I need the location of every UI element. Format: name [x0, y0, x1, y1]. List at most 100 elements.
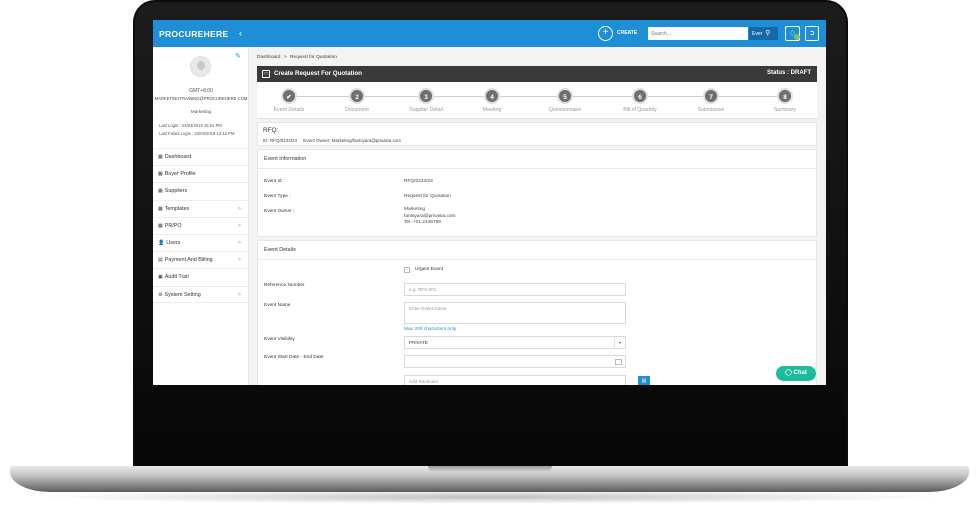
user-icon: 👤	[158, 239, 165, 246]
profile-icon: ▦	[158, 171, 163, 178]
chevron-right-icon: >	[237, 205, 241, 212]
sidebar-item-label: Audit Trail	[164, 274, 189, 281]
edit-profile-icon[interactable]: ✎	[235, 52, 241, 60]
rfq-meta: ID: RFQ/0223/23 Event Owner: Marketing/f…	[263, 138, 401, 143]
sidebar-item-label: System Setting	[164, 291, 201, 298]
step-label: Event Details	[273, 107, 305, 113]
last-failed-login: Last Failed Login : 22/03/2018 12:12 PM	[159, 131, 235, 136]
reference-number-input[interactable]: e.g. RFX-001	[404, 283, 626, 296]
step-supplier-detail[interactable]: 3 Supplier Detail	[391, 88, 461, 113]
event-id-value: RFQ/0223/23	[404, 179, 433, 184]
step-bill-of-quantity[interactable]: 6 Bill of Quantity	[605, 88, 675, 113]
add-reminder-icon[interactable]: ▤	[638, 376, 650, 385]
logout-icon[interactable]: ➲	[805, 26, 819, 41]
document-icon: □	[262, 70, 270, 78]
templates-icon: ▦	[158, 205, 163, 212]
sidebar-item-pr-po[interactable]: ▦ PR/PO >	[153, 216, 249, 234]
step-submission[interactable]: 7 Submission	[676, 88, 746, 113]
event-name-input[interactable]: Enter Event Name	[404, 302, 626, 324]
reminder-input[interactable]: Add Reminder	[404, 375, 626, 385]
event-information-panel: Event Information Event Id : RFQ/0223/23…	[257, 149, 817, 237]
create-plus-icon[interactable]: +	[598, 26, 613, 41]
user-email: MARKETINGTRAINING@PROCUREHERE.COM	[154, 96, 248, 101]
sidebar-item-dashboard[interactable]: ▦ Dashboard	[153, 148, 249, 165]
step-number: 7	[703, 88, 719, 104]
create-button[interactable]: CREATE	[617, 30, 637, 36]
event-owner-tel: Tel.:+01 2345789	[404, 220, 441, 225]
step-label: Document	[345, 107, 369, 113]
event-type-label: Event Type :	[264, 194, 291, 199]
step-meeting[interactable]: 4 Meeting	[457, 88, 527, 113]
sidebar-item-payment-billing[interactable]: ▤ Payment And Billing >	[153, 251, 249, 268]
search-input[interactable]	[648, 27, 748, 40]
sidebar-toggle-icon[interactable]: ‹	[239, 28, 242, 38]
step-label: Bill of Quantity	[623, 107, 657, 113]
event-visibility-value: PRIVATE	[409, 340, 428, 345]
breadcrumb-home[interactable]: Dashboard	[257, 55, 280, 60]
app-screen: PROCUREHERE ‹ + CREATE Ever⚲ ♢ ➲ ✎ GMT+8…	[153, 20, 826, 385]
event-id-label: Event Id :	[264, 179, 285, 184]
sidebar-item-label: Templates	[164, 205, 190, 212]
event-visibility-select[interactable]: PRIVATE ▾	[404, 336, 626, 349]
rfq-summary-panel: RFQ: ID: RFQ/0223/23 Event Owner: Market…	[257, 122, 817, 146]
max-characters-hint: Max 200 characters only	[404, 327, 457, 332]
event-details-header: Event Details	[258, 241, 816, 260]
search-scope: Ever	[752, 31, 763, 37]
step-number: 3	[418, 88, 434, 104]
dashboard-icon: ▦	[158, 154, 163, 160]
step-questionnaire[interactable]: 5 Questionnaire	[530, 88, 600, 113]
event-owner-label: Event Owner :	[264, 209, 295, 214]
calendar-icon	[615, 359, 622, 365]
event-visibility-label: Event Visibility	[264, 337, 295, 342]
user-department: Marketing	[190, 109, 212, 114]
breadcrumb-current: Request for Quotation	[289, 55, 337, 60]
chevron-right-icon: >	[237, 222, 241, 229]
step-label: Summary	[773, 107, 797, 113]
sidebar-item-label: PR/PO	[164, 222, 182, 229]
sidebar-item-suppliers[interactable]: ▦ Suppliers	[153, 182, 249, 199]
sidebar-item-users[interactable]: 👤 Users >	[153, 233, 249, 251]
event-dates-label: Event Start Date - End Date	[264, 355, 324, 360]
chat-button[interactable]: ◯ Chat	[776, 366, 816, 381]
notification-indicator	[794, 34, 800, 40]
suppliers-icon: ▦	[158, 188, 163, 195]
step-event-details[interactable]: ✔ Event Details	[254, 88, 324, 113]
page-title: Create Request For Quotation	[274, 70, 363, 77]
sidebar-item-label: Buyer Profile	[164, 171, 196, 178]
billing-icon: ▤	[158, 257, 163, 264]
step-summary[interactable]: 8 Summary	[750, 88, 820, 113]
status-badge: Status : DRAFT	[767, 70, 811, 76]
sidebar-item-label: Payment And Billing	[164, 257, 213, 264]
chat-label: Chat	[793, 370, 807, 376]
avatar	[190, 56, 211, 77]
step-label: Submission	[697, 107, 725, 113]
chevron-right-icon: >	[237, 257, 241, 264]
sidebar-menu: ▦ Dashboard ▦ Buyer Profile ▦ Suppliers ▦ Te…	[153, 148, 249, 303]
chevron-right-icon: >	[237, 239, 241, 246]
brand-logo[interactable]: PROCUREHERE	[159, 29, 228, 39]
sidebar-item-templates[interactable]: ▦ Templates >	[153, 199, 249, 217]
reference-number-label: Reference Number	[264, 283, 305, 288]
sidebar-item-buyer-profile[interactable]: ▦ Buyer Profile	[153, 165, 249, 182]
urgent-event-checkbox[interactable]	[404, 267, 410, 273]
step-number: 4	[484, 88, 500, 104]
step-label: Questionnaire	[548, 107, 582, 113]
event-details-panel: Event Details Urgent Event Reference Num…	[257, 240, 817, 385]
progress-stepper: ✔ Event Details 2 Document 3 Supplier Detai…	[257, 82, 817, 119]
step-document[interactable]: 2 Document	[322, 88, 392, 113]
event-information-header: Event Information	[258, 150, 816, 169]
event-owner-value: Marketing fantsyara@privasia.com Tel.:+0…	[404, 207, 456, 227]
laptop-mockup: PROCUREHERE ‹ + CREATE Ever⚲ ♢ ➲ ✎ GMT+8…	[0, 0, 979, 517]
sidebar-item-system-setting[interactable]: ⚙ System Setting >	[153, 285, 249, 303]
step-number: 8	[777, 88, 793, 104]
step-number: 6	[632, 88, 648, 104]
sidebar-item-audit-trail[interactable]: ▣ Audit Trail	[153, 268, 249, 285]
sidebar-item-label: Dashboard	[164, 154, 192, 160]
breadcrumb: Dashboard > Request for Quotation	[257, 55, 337, 60]
step-label: Supplier Detail	[409, 107, 443, 113]
event-dates-input[interactable]	[404, 355, 626, 368]
sidebar-item-label: Users	[166, 239, 181, 246]
chevron-right-icon: >	[237, 291, 241, 298]
top-navbar: PROCUREHERE ‹ + CREATE Ever⚲ ♢ ➲	[153, 20, 826, 47]
search-button[interactable]: Ever ⚲	[749, 27, 778, 40]
